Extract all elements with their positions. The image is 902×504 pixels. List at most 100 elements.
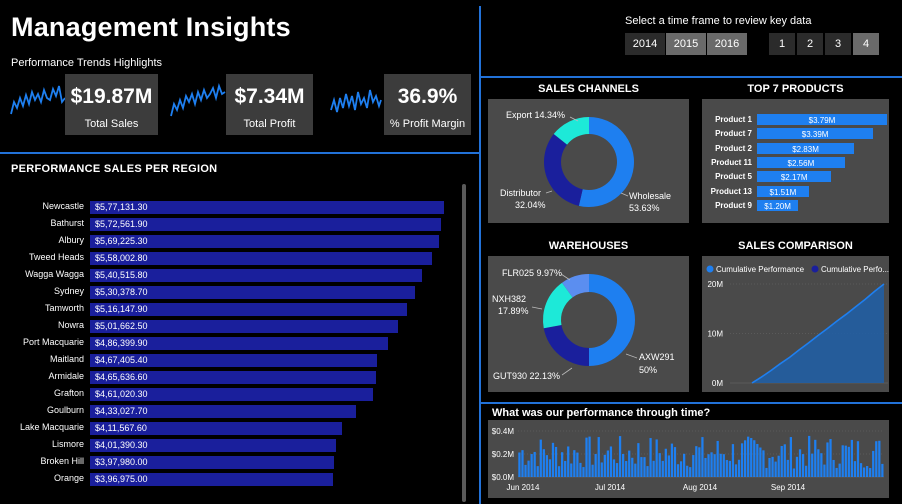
timeline-bar[interactable]: [850, 439, 853, 477]
timeline-bar[interactable]: [582, 467, 585, 477]
timeline-bar[interactable]: [829, 439, 832, 477]
region-row[interactable]: Grafton $4,61,020.30: [0, 386, 460, 403]
timeline-bar[interactable]: [673, 447, 677, 477]
timeline-bar[interactable]: [609, 446, 613, 477]
timeline-bar[interactable]: [561, 452, 564, 477]
timeline-bar[interactable]: [679, 461, 683, 477]
timeline-bar[interactable]: [600, 462, 603, 477]
product-row[interactable]: Product 7 $3.39M: [702, 127, 889, 141]
timeline-bar[interactable]: [826, 442, 829, 477]
timeline-bar[interactable]: [661, 460, 664, 477]
timeline-bar[interactable]: [585, 437, 588, 477]
timeline-bar[interactable]: [637, 443, 640, 477]
timeline-bar[interactable]: [524, 464, 527, 477]
timeline-bar[interactable]: [686, 465, 689, 477]
product-bar[interactable]: $3.39M: [757, 128, 874, 140]
timeline-bar[interactable]: [853, 461, 857, 477]
timeline-bar[interactable]: [615, 463, 619, 477]
legend-item-1[interactable]: Cumulative Performance: [716, 265, 805, 274]
timeline-bar[interactable]: [539, 439, 542, 477]
timeline-bar[interactable]: [631, 457, 634, 477]
timeline-bar[interactable]: [625, 461, 628, 477]
timeline-bar[interactable]: [564, 460, 567, 477]
year-button-2015[interactable]: 2015: [666, 33, 706, 55]
timeline-bar[interactable]: [765, 467, 768, 477]
timeline-bar[interactable]: [579, 462, 582, 477]
region-row[interactable]: Port Macquarie $4,86,399.90: [0, 335, 460, 352]
timeline-bar[interactable]: [801, 454, 805, 477]
timeline-bar[interactable]: [774, 461, 777, 477]
timeline-bar[interactable]: [731, 444, 735, 477]
product-row[interactable]: Product 1 $3.79M: [702, 113, 889, 127]
quarter-button-2[interactable]: 2: [797, 33, 823, 55]
region-row[interactable]: Wagga Wagga $5,40,515.80: [0, 267, 460, 284]
timeline-bar[interactable]: [789, 437, 792, 477]
timeline-bar[interactable]: [628, 450, 631, 477]
year-button-2014[interactable]: 2014: [625, 33, 665, 55]
timeline-bar[interactable]: [875, 441, 878, 477]
donut-slice-axw291[interactable]: [588, 274, 635, 366]
timeline-bar[interactable]: [664, 448, 667, 477]
timeline-bar[interactable]: [695, 446, 698, 477]
product-bar[interactable]: $1.51M: [757, 185, 809, 197]
region-row[interactable]: Lake Macquarie $4,11,567.60: [0, 420, 460, 437]
product-row[interactable]: Product 2 $2.83M: [702, 142, 889, 156]
timeline-bar[interactable]: [795, 456, 799, 477]
region-row[interactable]: Tweed Heads $5,58,002.80: [0, 250, 460, 267]
timeline-bar[interactable]: [771, 456, 774, 477]
timeline-bar[interactable]: [725, 459, 728, 477]
timeline-bar[interactable]: [847, 446, 850, 477]
region-scrollbar[interactable]: [462, 184, 466, 502]
timeline-bar[interactable]: [701, 437, 704, 477]
timeline-bar[interactable]: [866, 466, 869, 477]
timeline-bar[interactable]: [670, 443, 674, 477]
timeline-bar[interactable]: [872, 450, 875, 477]
region-row[interactable]: Newcastle $5,77,131.30: [0, 199, 460, 216]
timeline-bar[interactable]: [844, 445, 847, 477]
timeline-bar[interactable]: [704, 457, 707, 477]
timeline-bar[interactable]: [655, 439, 658, 477]
timeline-bar[interactable]: [612, 459, 616, 477]
timeline-bar[interactable]: [753, 440, 756, 477]
timeline-bar[interactable]: [594, 454, 597, 477]
timeline-bar[interactable]: [728, 460, 731, 477]
region-row[interactable]: Albury $5,69,225.30: [0, 233, 460, 250]
product-bar[interactable]: $3.79M: [757, 114, 887, 125]
timeline-bar[interactable]: [518, 452, 521, 477]
timeline-bar[interactable]: [716, 440, 719, 477]
region-row[interactable]: Orange $3,96,975.00: [0, 471, 460, 488]
timeline-bar[interactable]: [808, 435, 811, 477]
timeline-bar[interactable]: [527, 460, 530, 477]
timeline-bar[interactable]: [783, 444, 786, 477]
timeline-bar[interactable]: [573, 450, 576, 477]
timeline-bar[interactable]: [878, 440, 881, 477]
timeline-bar[interactable]: [649, 438, 652, 477]
timeline-bar[interactable]: [618, 436, 622, 477]
timeline-bar[interactable]: [811, 453, 814, 477]
product-bar[interactable]: $1.20M: [757, 199, 799, 211]
timeline-bar[interactable]: [603, 454, 606, 477]
timeline-bar[interactable]: [689, 467, 692, 477]
timeline-bar[interactable]: [567, 446, 570, 477]
timeline-bar[interactable]: [542, 449, 545, 477]
timeline-bar[interactable]: [698, 447, 701, 477]
timeline-bar[interactable]: [737, 459, 741, 477]
quarter-button-1[interactable]: 1: [769, 33, 795, 55]
timeline-bar[interactable]: [856, 441, 860, 477]
timeline-bar[interactable]: [835, 467, 838, 477]
timeline-bar[interactable]: [786, 459, 789, 477]
timeline-bar[interactable]: [667, 455, 670, 477]
timeline-bar[interactable]: [869, 468, 872, 477]
quarter-button-4[interactable]: 4: [853, 33, 879, 55]
timeline-bar[interactable]: [652, 460, 655, 477]
legend-item-2[interactable]: Cumulative Perfo...: [821, 265, 889, 274]
product-bar[interactable]: $2.17M: [757, 171, 832, 183]
timeline-bar[interactable]: [747, 436, 750, 477]
region-row[interactable]: Bathurst $5,72,561.90: [0, 216, 460, 233]
timeline-bar[interactable]: [762, 450, 765, 477]
timeline-bar[interactable]: [820, 453, 823, 477]
timeline-bar[interactable]: [576, 452, 579, 477]
timeline-bar[interactable]: [734, 464, 738, 477]
timeline-bar[interactable]: [643, 457, 646, 477]
timeline-bar[interactable]: [606, 450, 609, 477]
